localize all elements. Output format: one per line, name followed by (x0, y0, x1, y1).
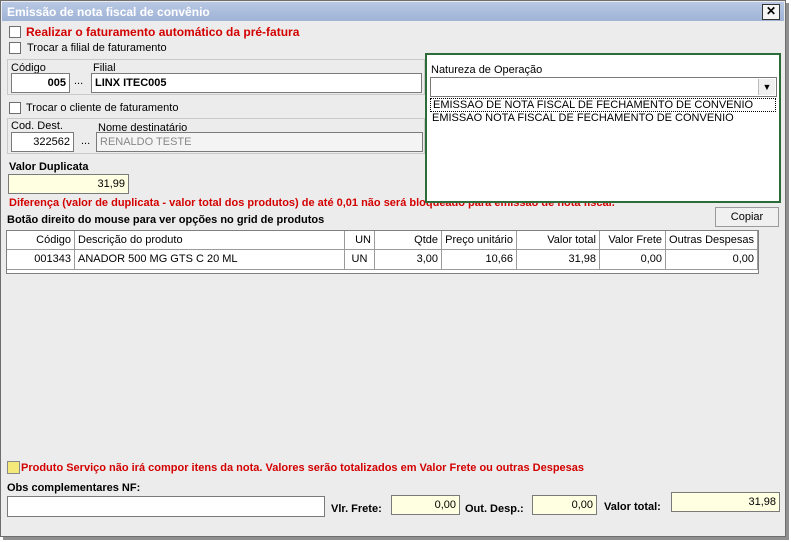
column-header[interactable]: Outras Despesas (666, 231, 758, 250)
cell-quantity[interactable]: 3,00 (375, 250, 442, 270)
natureza-option[interactable]: EMISSAO DE NOTA FISCAL DE FECHAMENTO DE … (430, 98, 776, 112)
client-lookup-button[interactable]: ... (81, 135, 90, 147)
column-header[interactable]: Valor total (517, 231, 600, 250)
auto-billing-label: Realizar o faturamento automático da pré… (26, 25, 300, 39)
grand-total-label: Valor total: (604, 501, 661, 513)
cell-other-expenses[interactable]: 0,00 (666, 250, 758, 270)
title-bar[interactable]: Emissão de nota fiscal de convênio ✕ (2, 2, 784, 21)
change-branch-label: Trocar a filial de faturamento (27, 42, 167, 54)
change-client-label: Trocar o cliente de faturamento (26, 102, 179, 114)
cell-code[interactable]: 001343 (7, 250, 75, 270)
natureza-operacao-panel[interactable]: Natureza de Operação ▼ EMISSAO DE NOTA F… (425, 53, 781, 203)
products-grid[interactable]: Código Descrição do produto UN Qtde Preç… (6, 230, 759, 274)
service-legend: Produto Serviço não irá compor itens da … (21, 462, 585, 474)
duplicate-value-field[interactable]: 31,99 (8, 174, 129, 194)
natureza-operacao-label: Natureza de Operação (431, 64, 543, 76)
column-header[interactable]: Qtde (375, 231, 442, 250)
auto-billing-checkbox[interactable] (9, 26, 21, 38)
column-header[interactable]: Descrição do produto (75, 231, 345, 250)
close-icon[interactable]: ✕ (762, 4, 780, 20)
cell-unit-price[interactable]: 10,66 (442, 250, 517, 270)
freight-label: Vlr. Frete: (331, 503, 382, 515)
natureza-option[interactable]: EMISSAO NOTA FISCAL DE FECHAMENTO DE CON… (430, 112, 776, 126)
dialog-window: Emissão de nota fiscal de convênio ✕ Rea… (0, 0, 786, 537)
legend-swatch (7, 461, 20, 474)
column-header[interactable]: Preço unitário (442, 231, 517, 250)
grand-total-field[interactable]: 31,98 (671, 492, 780, 512)
obs-field[interactable] (7, 496, 325, 517)
chevron-down-icon[interactable]: ▼ (758, 79, 775, 95)
column-header[interactable]: UN (345, 231, 375, 250)
change-branch-checkbox[interactable] (9, 42, 21, 54)
column-header[interactable]: Código (7, 231, 75, 250)
cell-description[interactable]: ANADOR 500 MG GTS C 20 ML (75, 250, 345, 270)
cell-total[interactable]: 31,98 (517, 250, 600, 270)
duplicate-value-label: Valor Duplicata (9, 161, 89, 173)
other-expenses-label: Out. Desp.: (465, 503, 524, 515)
grid-hint: Botão direito do mouse para ver opções n… (7, 214, 325, 226)
cell-freight[interactable]: 0,00 (600, 250, 666, 270)
branch-code-field[interactable]: 005 (11, 73, 70, 93)
obs-label: Obs complementares NF: (7, 482, 141, 494)
client-code-label: Cod. Dest. (11, 120, 63, 132)
change-client-checkbox[interactable] (9, 102, 21, 114)
branch-name-field[interactable]: LINX ITEC005 (91, 73, 422, 93)
copy-button[interactable]: Copiar (715, 207, 779, 227)
window-title: Emissão de nota fiscal de convênio (7, 5, 210, 19)
client-name-field[interactable]: RENALDO TESTE (96, 132, 423, 152)
natureza-operacao-select[interactable]: ▼ (430, 77, 777, 97)
client-code-field[interactable]: 322562 (11, 132, 74, 152)
freight-field[interactable]: 0,00 (391, 495, 460, 515)
branch-lookup-button[interactable]: ... (74, 75, 83, 87)
grid-header: Código Descrição do produto UN Qtde Preç… (7, 231, 758, 250)
column-header[interactable]: Valor Frete (600, 231, 666, 250)
cell-unit[interactable]: UN (345, 250, 375, 270)
table-row[interactable]: 001343 ANADOR 500 MG GTS C 20 ML UN 3,00… (7, 250, 758, 270)
other-expenses-field[interactable]: 0,00 (532, 495, 597, 515)
